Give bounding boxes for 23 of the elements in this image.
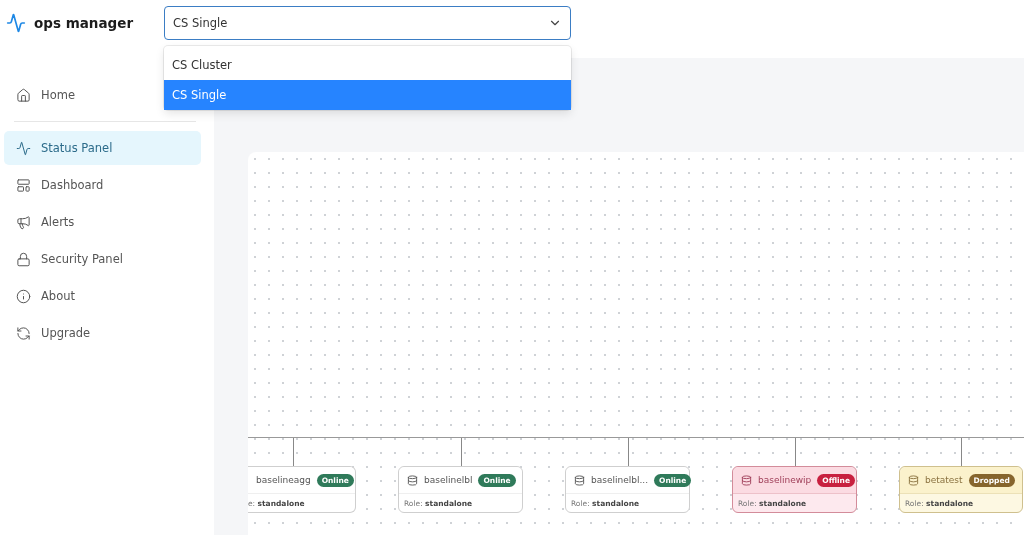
layout-icon [16, 177, 31, 193]
megaphone-icon [16, 214, 31, 230]
database-icon [574, 474, 585, 486]
dropdown-option[interactable]: CS Single [164, 80, 571, 110]
database-icon [908, 474, 919, 486]
sidebar-item[interactable]: Upgrade [4, 316, 101, 350]
database-icon [741, 474, 752, 486]
sidebar-item[interactable]: Status Panel [4, 131, 201, 165]
sidebar-item[interactable]: About [4, 279, 85, 313]
sidebar-item[interactable]: Alerts [4, 205, 85, 239]
sidebar-item[interactable]: Security Panel [4, 242, 133, 276]
info-icon [16, 288, 31, 304]
app-name: ops manager [34, 15, 134, 31]
sidebar-item[interactable]: Dashboard [4, 168, 114, 202]
refresh-icon [16, 325, 31, 341]
dropdown-option[interactable]: CS Cluster [164, 50, 571, 80]
sidebar-item[interactable]: Home [4, 78, 85, 112]
cluster-select[interactable]: CS Single [164, 6, 571, 40]
lock-icon [16, 251, 31, 267]
home-icon [16, 87, 31, 103]
activity-icon [16, 140, 31, 156]
database-icon [407, 474, 418, 486]
pulse-logo-icon [6, 13, 26, 33]
